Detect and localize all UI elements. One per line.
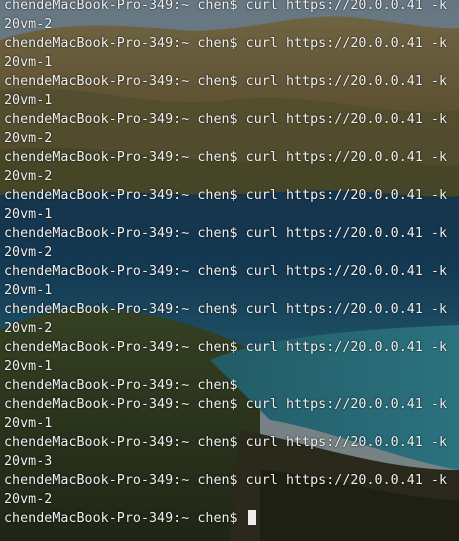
terminal-command-line: chendeMacBook-Pro-349:~ chen$ curl https… — [4, 188, 448, 203]
terminal-output-line: 20vm-1 — [4, 359, 53, 374]
terminal-command-line: chendeMacBook-Pro-349:~ chen$ curl https… — [4, 150, 448, 165]
terminal-command-line: chendeMacBook-Pro-349:~ chen$ curl https… — [4, 226, 448, 241]
terminal-output-line: 20vm-1 — [4, 207, 53, 222]
terminal-command-line: chendeMacBook-Pro-349:~ chen$ — [4, 378, 238, 393]
terminal-command-line: chendeMacBook-Pro-349:~ chen$ curl https… — [4, 397, 448, 412]
terminal-output-line: 20vm-2 — [4, 245, 53, 260]
terminal-output-line: 20vm-1 — [4, 55, 53, 70]
terminal-command-line: chendeMacBook-Pro-349:~ chen$ curl https… — [4, 0, 448, 13]
terminal-output-line: 20vm-1 — [4, 283, 53, 298]
terminal-output-line: 20vm-1 — [4, 93, 53, 108]
terminal-output-line: 20vm-3 — [4, 454, 53, 469]
terminal-command-line: chendeMacBook-Pro-349:~ chen$ curl https… — [4, 36, 448, 51]
terminal-output-line: 20vm-1 — [4, 416, 53, 431]
text-cursor — [247, 510, 256, 525]
terminal-command-line: chendeMacBook-Pro-349:~ chen$ curl https… — [4, 302, 448, 317]
terminal-command-line: chendeMacBook-Pro-349:~ chen$ curl https… — [4, 340, 448, 355]
terminal-window[interactable]: chendeMacBook-Pro-349:~ chen$ curl https… — [0, 0, 459, 541]
terminal-command-line: chendeMacBook-Pro-349:~ chen$ curl https… — [4, 112, 448, 127]
terminal-command-line: chendeMacBook-Pro-349:~ chen$ curl https… — [4, 473, 448, 488]
terminal-command-line: chendeMacBook-Pro-349:~ chen$ curl https… — [4, 74, 448, 89]
terminal-output-line: 20vm-2 — [4, 321, 53, 336]
terminal-output-line: 20vm-2 — [4, 17, 53, 32]
terminal-output-line: 20vm-2 — [4, 169, 53, 184]
prompt-text: chendeMacBook-Pro-349:~ chen$ — [4, 511, 246, 526]
terminal-active-prompt[interactable]: chendeMacBook-Pro-349:~ chen$ — [4, 509, 459, 528]
terminal-output-line: 20vm-2 — [4, 492, 53, 507]
terminal-command-line: chendeMacBook-Pro-349:~ chen$ curl https… — [4, 264, 448, 279]
terminal-output-line: 20vm-2 — [4, 131, 53, 146]
terminal-command-line: chendeMacBook-Pro-349:~ chen$ curl https… — [4, 435, 448, 450]
